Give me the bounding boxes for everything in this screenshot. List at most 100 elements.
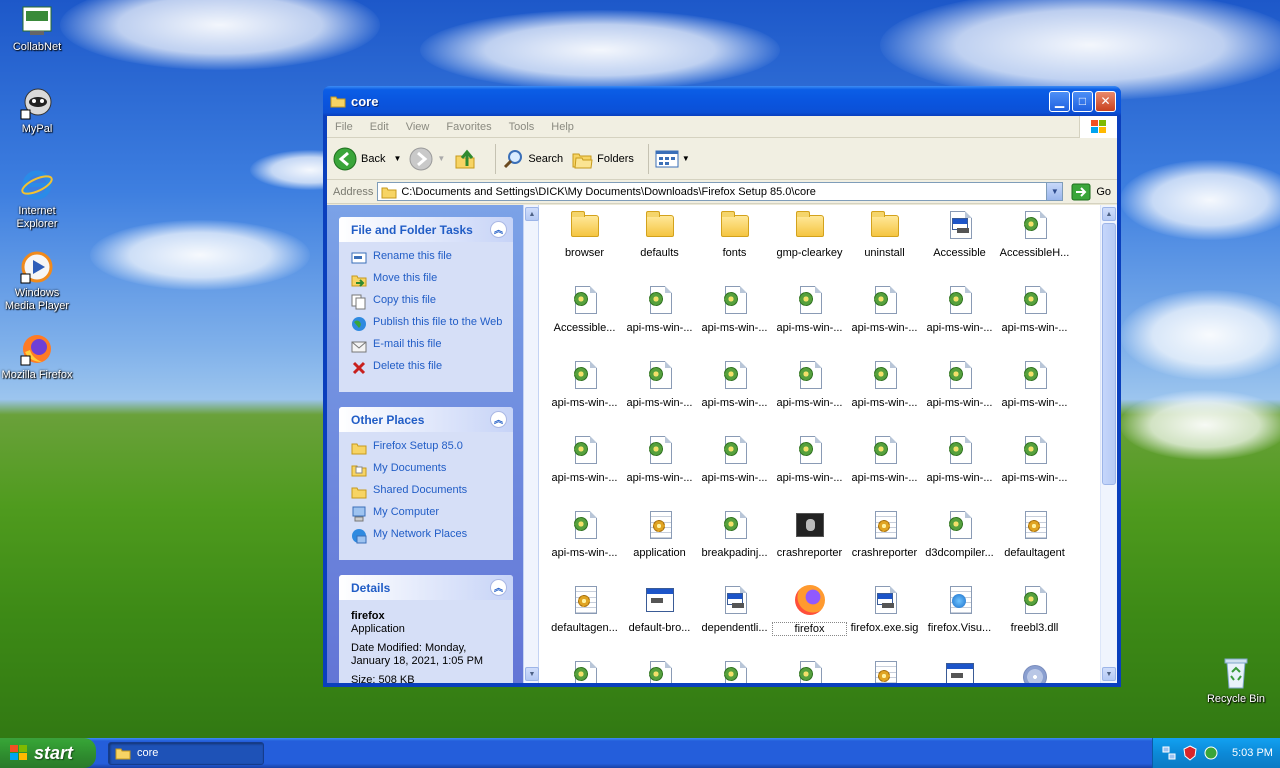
file-item[interactable] — [997, 659, 1072, 683]
forward-button[interactable]: ▼ — [409, 147, 445, 171]
file-item[interactable]: freebl3.dll — [997, 584, 1072, 634]
desktop-icon-mozilla-firefox[interactable]: Mozilla Firefox — [0, 332, 74, 382]
file-item[interactable]: uninstall — [847, 209, 922, 259]
scroll-up-arrow-icon[interactable]: ▲ — [1102, 207, 1116, 221]
place-my-computer[interactable]: My Computer — [351, 506, 503, 522]
address-input[interactable]: C:\Documents and Settings\DICK\My Docume… — [377, 182, 1064, 201]
file-item[interactable]: api-ms-win-... — [697, 359, 772, 409]
search-button[interactable]: Search — [502, 148, 563, 170]
left-scrollbar[interactable]: ▲ ▼ — [523, 205, 539, 683]
file-item[interactable] — [622, 659, 697, 683]
task-email-file[interactable]: E-mail this file — [351, 338, 503, 354]
scrollbar-thumb[interactable] — [1102, 223, 1116, 485]
file-item[interactable]: api-ms-win-... — [997, 284, 1072, 334]
file-item[interactable]: Accessible... — [547, 284, 622, 334]
file-item[interactable] — [547, 659, 622, 683]
file-folder-tasks-header[interactable]: File and Folder Tasks ︽ — [339, 217, 513, 242]
file-item[interactable]: Accessible — [922, 209, 997, 259]
place-my-documents[interactable]: My Documents — [351, 462, 503, 478]
scroll-down-arrow-icon[interactable]: ▼ — [1102, 667, 1116, 681]
place-firefox-setup[interactable]: Firefox Setup 85.0 — [351, 440, 503, 456]
desktop-icon-collabnet[interactable]: CollabNet — [0, 4, 74, 54]
taskbar-item-core[interactable]: core — [108, 741, 264, 765]
file-item[interactable]: api-ms-win-... — [547, 359, 622, 409]
close-button[interactable]: ✕ — [1095, 90, 1116, 112]
file-item[interactable] — [772, 659, 847, 683]
other-places-header[interactable]: Other Places ︽ — [339, 407, 513, 432]
place-shared-documents[interactable]: Shared Documents — [351, 484, 503, 500]
file-item[interactable]: d3dcompiler... — [922, 509, 997, 559]
file-item[interactable]: api-ms-win-... — [697, 284, 772, 334]
file-item[interactable]: api-ms-win-... — [622, 434, 697, 484]
file-item[interactable]: api-ms-win-... — [997, 434, 1072, 484]
vertical-scrollbar[interactable]: ▲ ▼ — [1100, 205, 1117, 683]
file-item[interactable]: api-ms-win-... — [547, 434, 622, 484]
file-item[interactable]: api-ms-win-... — [772, 434, 847, 484]
collapse-chevron-icon[interactable]: ︽ — [490, 579, 507, 596]
network-tray-icon[interactable] — [1161, 745, 1177, 761]
file-item[interactable]: defaultagent — [997, 509, 1072, 559]
file-item[interactable]: browser — [547, 209, 622, 259]
address-dropdown-icon[interactable]: ▼ — [1046, 183, 1063, 200]
collapse-chevron-icon[interactable]: ︽ — [490, 221, 507, 238]
file-item[interactable]: api-ms-win-... — [622, 359, 697, 409]
menu-help[interactable]: Help — [551, 121, 574, 133]
scroll-down-arrow-icon[interactable]: ▼ — [525, 667, 539, 681]
file-item[interactable] — [847, 659, 922, 683]
back-dropdown-icon[interactable]: ▼ — [393, 154, 401, 163]
collapse-chevron-icon[interactable]: ︽ — [490, 411, 507, 428]
file-item[interactable]: api-ms-win-... — [622, 284, 697, 334]
file-item[interactable]: api-ms-win-... — [922, 284, 997, 334]
file-item[interactable] — [922, 659, 997, 683]
task-move-file[interactable]: Move this file — [351, 272, 503, 288]
file-item[interactable]: dependentli... — [697, 584, 772, 634]
file-item[interactable] — [697, 659, 772, 683]
menu-file[interactable]: File — [335, 121, 353, 133]
file-item[interactable]: api-ms-win-... — [697, 434, 772, 484]
details-header[interactable]: Details ︽ — [339, 575, 513, 600]
up-folder-button[interactable] — [453, 147, 481, 171]
menu-favorites[interactable]: Favorites — [446, 121, 491, 133]
file-item[interactable]: api-ms-win-... — [847, 284, 922, 334]
menu-tools[interactable]: Tools — [509, 121, 535, 133]
explorer-window[interactable]: core ▁ □ ✕ File Edit View Favorites Tool… — [323, 86, 1121, 687]
task-copy-file[interactable]: Copy this file — [351, 294, 503, 310]
file-item[interactable]: firefox.exe.sig — [847, 584, 922, 634]
task-publish-web[interactable]: Publish this file to the Web — [351, 316, 503, 332]
file-item[interactable]: api-ms-win-... — [772, 284, 847, 334]
file-item[interactable]: api-ms-win-... — [772, 359, 847, 409]
desktop-icon-recycle-bin[interactable]: Recycle Bin — [1199, 656, 1273, 706]
task-delete-file[interactable]: Delete this file — [351, 360, 503, 376]
back-button[interactable]: Back ▼ — [333, 147, 401, 171]
place-my-network-places[interactable]: My Network Places — [351, 528, 503, 544]
maximize-button[interactable]: □ — [1072, 90, 1093, 112]
file-item[interactable]: application — [622, 509, 697, 559]
file-item[interactable]: defaults — [622, 209, 697, 259]
desktop-icon-windows-media-player[interactable]: Windows Media Player — [0, 250, 74, 313]
file-item[interactable]: api-ms-win-... — [847, 359, 922, 409]
file-item[interactable]: api-ms-win-... — [922, 359, 997, 409]
file-item[interactable]: breakpadinj... — [697, 509, 772, 559]
file-item[interactable]: crashreporter — [847, 509, 922, 559]
file-item[interactable]: firefox.Visu... — [922, 584, 997, 634]
menu-edit[interactable]: Edit — [370, 121, 389, 133]
title-bar[interactable]: core ▁ □ ✕ — [323, 86, 1121, 116]
tray-app-icon[interactable] — [1203, 745, 1219, 761]
minimize-button[interactable]: ▁ — [1049, 90, 1070, 112]
file-item[interactable]: defaultagen... — [547, 584, 622, 634]
file-item[interactable]: api-ms-win-... — [922, 434, 997, 484]
go-button[interactable]: Go — [1071, 183, 1111, 201]
task-rename-file[interactable]: Rename this file — [351, 250, 503, 266]
views-button[interactable]: ▼ — [655, 149, 690, 169]
file-item[interactable]: AccessibleH... — [997, 209, 1072, 259]
security-shield-icon[interactable] — [1182, 745, 1198, 761]
file-item[interactable]: api-ms-win-... — [997, 359, 1072, 409]
file-item[interactable]: default-bro... — [622, 584, 697, 634]
file-item[interactable]: gmp-clearkey — [772, 209, 847, 259]
desktop-icon-mypal[interactable]: MyPal — [0, 86, 74, 136]
start-button[interactable]: start — [0, 738, 96, 768]
menu-view[interactable]: View — [406, 121, 430, 133]
file-item[interactable]: fonts — [697, 209, 772, 259]
folders-button[interactable]: Folders — [571, 148, 634, 170]
file-item[interactable]: api-ms-win-... — [547, 509, 622, 559]
